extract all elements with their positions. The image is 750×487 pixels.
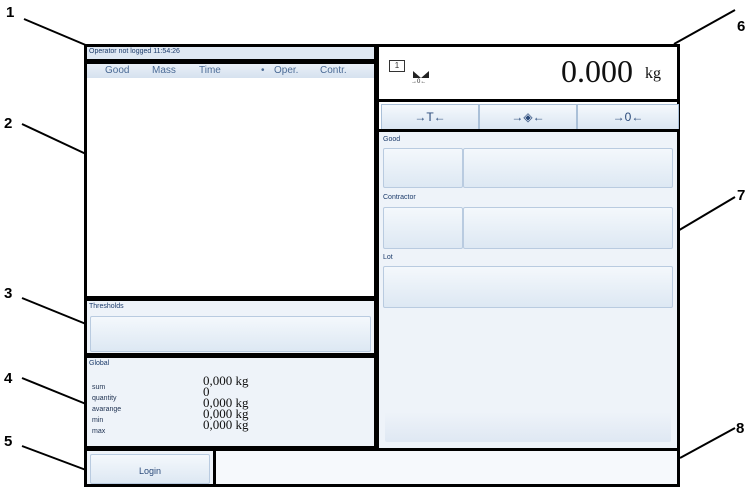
thresholds-bar (90, 316, 371, 352)
good-label: Good (383, 136, 401, 143)
confirm-button[interactable] (385, 412, 671, 442)
sort-indicator-icon: • (261, 65, 265, 76)
thresholds-label: Thresholds (89, 303, 124, 310)
column-operator[interactable]: Oper. (274, 65, 298, 76)
global-stats-panel: Global sum 0,000 kg quantity 0 avarange … (84, 355, 377, 449)
callout-1: 1 (6, 4, 15, 21)
stat-value: 0,000 kg (203, 373, 249, 388)
thresholds-panel: Thresholds (84, 298, 377, 356)
range-1-icon: 1 (389, 60, 405, 72)
lot-field[interactable] (383, 266, 673, 308)
zero-button[interactable]: →0← (577, 104, 679, 132)
global-label: Global (89, 360, 110, 367)
weight-value: 0.000 (561, 53, 633, 89)
column-contractor[interactable]: Contr. (320, 65, 347, 76)
column-time[interactable]: Time (199, 65, 221, 76)
column-good[interactable]: Good (105, 65, 129, 76)
center-label: →◈← (511, 110, 545, 124)
callout-4: 4 (4, 370, 13, 387)
good-code-field[interactable] (383, 148, 463, 188)
stat-row: max (92, 420, 105, 438)
selection-panel: Good Contractor Lot (376, 129, 680, 451)
column-mass[interactable]: Mass (152, 65, 176, 76)
weight-unit: kg (645, 65, 661, 82)
contractor-label: Contractor (383, 194, 416, 201)
callout-6: 6 (737, 18, 746, 35)
good-name-field[interactable] (463, 148, 673, 188)
lot-label: Lot (383, 254, 393, 261)
status-bar: Operator not logged 11:54:26 (84, 44, 377, 62)
zero-indicator-label: →0← (411, 79, 427, 85)
login-label: Login (138, 466, 162, 476)
callout-7: 7 (737, 187, 746, 204)
terminal-screen: Operator not logged 11:54:26 Good Mass T… (84, 44, 680, 487)
callout-8: 8 (736, 420, 745, 437)
message-area (213, 448, 680, 487)
center-zero-button[interactable]: →◈← (479, 104, 577, 132)
callout-3: 3 (4, 285, 13, 302)
callout-5: 5 (4, 433, 13, 450)
callout-2: 2 (4, 115, 13, 132)
weight-display: 1 →0← 0.000 kg →T← →◈← →0← (376, 44, 680, 132)
scale-buttons: →T← →◈← →0← (379, 99, 679, 132)
contractor-code-field[interactable] (383, 207, 463, 249)
login-button[interactable]: Login (90, 454, 210, 484)
stat-label: max (92, 428, 106, 435)
zero-label: →0← (612, 110, 644, 124)
zero-indicator-icon: →0← (411, 69, 431, 85)
login-panel: Login (84, 448, 216, 487)
stat-value: 0,000 kg (203, 417, 249, 432)
status-text: Operator not logged 11:54:26 (89, 48, 180, 55)
tare-button[interactable]: →T← (381, 104, 479, 132)
tare-label: →T← (414, 110, 446, 124)
contractor-name-field[interactable] (463, 207, 673, 249)
records-table: Good Mass Time • Oper. Contr. (84, 61, 377, 299)
table-header: Good Mass Time • Oper. Contr. (87, 64, 374, 78)
